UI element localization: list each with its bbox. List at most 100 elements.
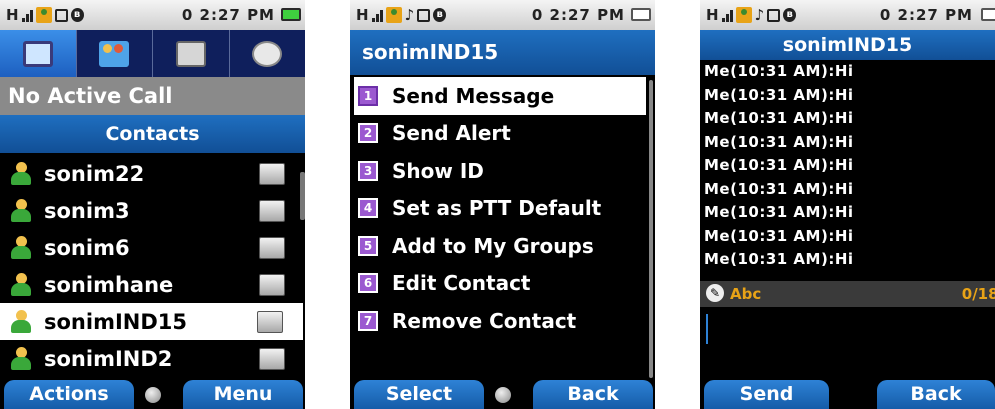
menu-item-label: Set as PTT Default [392, 196, 602, 221]
person-icon [10, 272, 32, 297]
number-badge: 7 [358, 310, 378, 331]
ptt-presence-icon [385, 7, 402, 23]
back-softkey[interactable]: Back [877, 380, 995, 409]
input-status-bar: ✎ Abc 0/180 [700, 281, 995, 307]
contact-item-sonimhane[interactable]: sonimhane [0, 266, 305, 303]
number-badge: 3 [358, 160, 378, 181]
person-icon [10, 309, 32, 334]
menu-item-label: Add to My Groups [392, 233, 594, 258]
network-type: H [706, 6, 719, 24]
contact-name: sonim22 [44, 161, 145, 186]
groups-icon [99, 40, 130, 67]
character-count: 0/180 [961, 285, 995, 303]
person-icon [10, 161, 32, 186]
chat-message: Me(10:31 AM):Hi [704, 132, 854, 151]
network-type: H [6, 6, 19, 24]
message-icon [417, 8, 431, 22]
number-badge: 1 [358, 85, 378, 106]
call-status: No Active Call [0, 77, 305, 115]
chat-message: Me(10:31 AM):Hi [704, 109, 854, 127]
menu-item-label: Show ID [392, 158, 484, 183]
tab-messages[interactable] [230, 30, 306, 77]
chat-message: Me(10:31 AM):Hi [704, 85, 854, 104]
contact-item-sonim6[interactable]: sonim6 [0, 229, 305, 266]
contact-item-sonim3[interactable]: sonim3 [0, 192, 305, 229]
send-softkey[interactable]: Send [704, 380, 829, 409]
signal-icon [21, 8, 33, 22]
input-method-icon: ✎ [706, 284, 724, 302]
softkey-bar: Select Back [350, 380, 655, 409]
battery-icon [981, 8, 995, 21]
clock: 0 2:27 PM [181, 6, 275, 24]
clock: 0 2:27 PM [531, 6, 625, 24]
menu-item-send-alert[interactable]: 2 Send Alert [350, 115, 655, 153]
tab-call-history[interactable] [153, 30, 230, 77]
contact-checkbox[interactable] [259, 273, 285, 296]
status-bar: H ♪ ʙ 0 2:27 PM [700, 0, 995, 30]
status-bar: H ♪ ʙ 0 2:27 PM [350, 0, 655, 30]
number-badge: 5 [358, 235, 378, 256]
contact-name: sonim3 [44, 198, 130, 223]
person-icon [10, 198, 32, 223]
menu-item-show-id[interactable]: 3 Show ID [350, 152, 655, 190]
menu-item-label: Send Alert [392, 121, 511, 146]
contact-item-sonim22[interactable]: sonim22 [0, 155, 305, 192]
contact-item-sonimind2[interactable]: sonimIND2 [0, 340, 305, 377]
menu-item-label: Send Message [392, 83, 555, 108]
music-note-icon: ♪ [404, 6, 415, 24]
tab-groups[interactable] [77, 30, 153, 77]
chat-message: Me(10:31 AM):Hi [704, 156, 854, 174]
scrollbar[interactable] [300, 172, 305, 220]
contact-checkbox[interactable] [259, 199, 285, 222]
contact-checkbox[interactable] [259, 347, 285, 370]
contact-list: sonim22 sonim3 sonim6 sonimhane sonimIND… [0, 155, 305, 377]
contact-name: sonimIND2 [44, 346, 173, 371]
signal-icon [721, 8, 733, 22]
clock: 0 2:27 PM [879, 6, 973, 24]
menu-item-edit-contact[interactable]: 6 Edit Contact [350, 265, 655, 303]
actions-softkey[interactable]: Actions [4, 380, 134, 409]
menu-item-remove-contact[interactable]: 7 Remove Contact [350, 302, 655, 340]
center-key-icon[interactable] [144, 387, 161, 403]
contact-name: sonimhane [44, 272, 174, 297]
contacts-screen: H ʙ 0 2:27 PM No Active Call Contacts so… [0, 0, 305, 409]
person-icon [10, 235, 32, 260]
chat-message: Me(10:31 AM):Hi [704, 62, 854, 80]
bluetooth-icon: ʙ [70, 8, 84, 22]
chat-message: Me(10:31 AM):Hi [704, 250, 854, 268]
menu-item-add-to-groups[interactable]: 5 Add to My Groups [350, 227, 655, 265]
menu-softkey[interactable]: Menu [183, 380, 303, 409]
chat-message: Me(10:31 AM):Hi [704, 203, 854, 221]
menu-item-label: Remove Contact [392, 308, 577, 333]
menu-item-send-message[interactable]: 1 Send Message [354, 77, 646, 115]
person-icon [10, 346, 32, 371]
center-key-icon[interactable] [494, 387, 511, 403]
message-icon [54, 8, 68, 22]
contact-item-sonimind15[interactable]: sonimIND15 [0, 303, 303, 340]
battery-icon [281, 8, 301, 21]
select-softkey[interactable]: Select [354, 380, 484, 409]
message-history: Me(10:31 AM):Hi Me(10:31 AM):Hi Me(10:31… [704, 62, 854, 274]
messages-icon [252, 40, 283, 67]
scrollbar[interactable] [649, 80, 653, 378]
tab-contacts[interactable] [0, 30, 77, 77]
signal-icon [371, 8, 383, 22]
music-note-icon: ♪ [754, 6, 765, 24]
menu-item-set-ptt-default[interactable]: 4 Set as PTT Default [350, 190, 655, 228]
message-input[interactable] [706, 314, 708, 344]
contact-name: sonimIND15 [44, 309, 188, 334]
contact-checkbox[interactable] [259, 162, 285, 185]
chat-screen: H ♪ ʙ 0 2:27 PM sonimIND15 Me(10:31 AM):… [700, 0, 995, 409]
softkey-bar: Actions Menu [0, 380, 305, 409]
contact-checkbox[interactable] [259, 236, 285, 259]
call-history-icon [175, 40, 206, 67]
options-menu: 1 Send Message 2 Send Alert 3 Show ID 4 … [350, 77, 655, 340]
ptt-presence-icon [35, 7, 52, 23]
contact-checkbox[interactable] [257, 310, 283, 333]
back-softkey[interactable]: Back [533, 380, 653, 409]
contact-list-icon [22, 40, 53, 67]
network-type: H [356, 6, 369, 24]
softkey-bar: Send Back [700, 380, 995, 409]
number-badge: 4 [358, 198, 378, 219]
page-title: Contacts [0, 115, 305, 153]
